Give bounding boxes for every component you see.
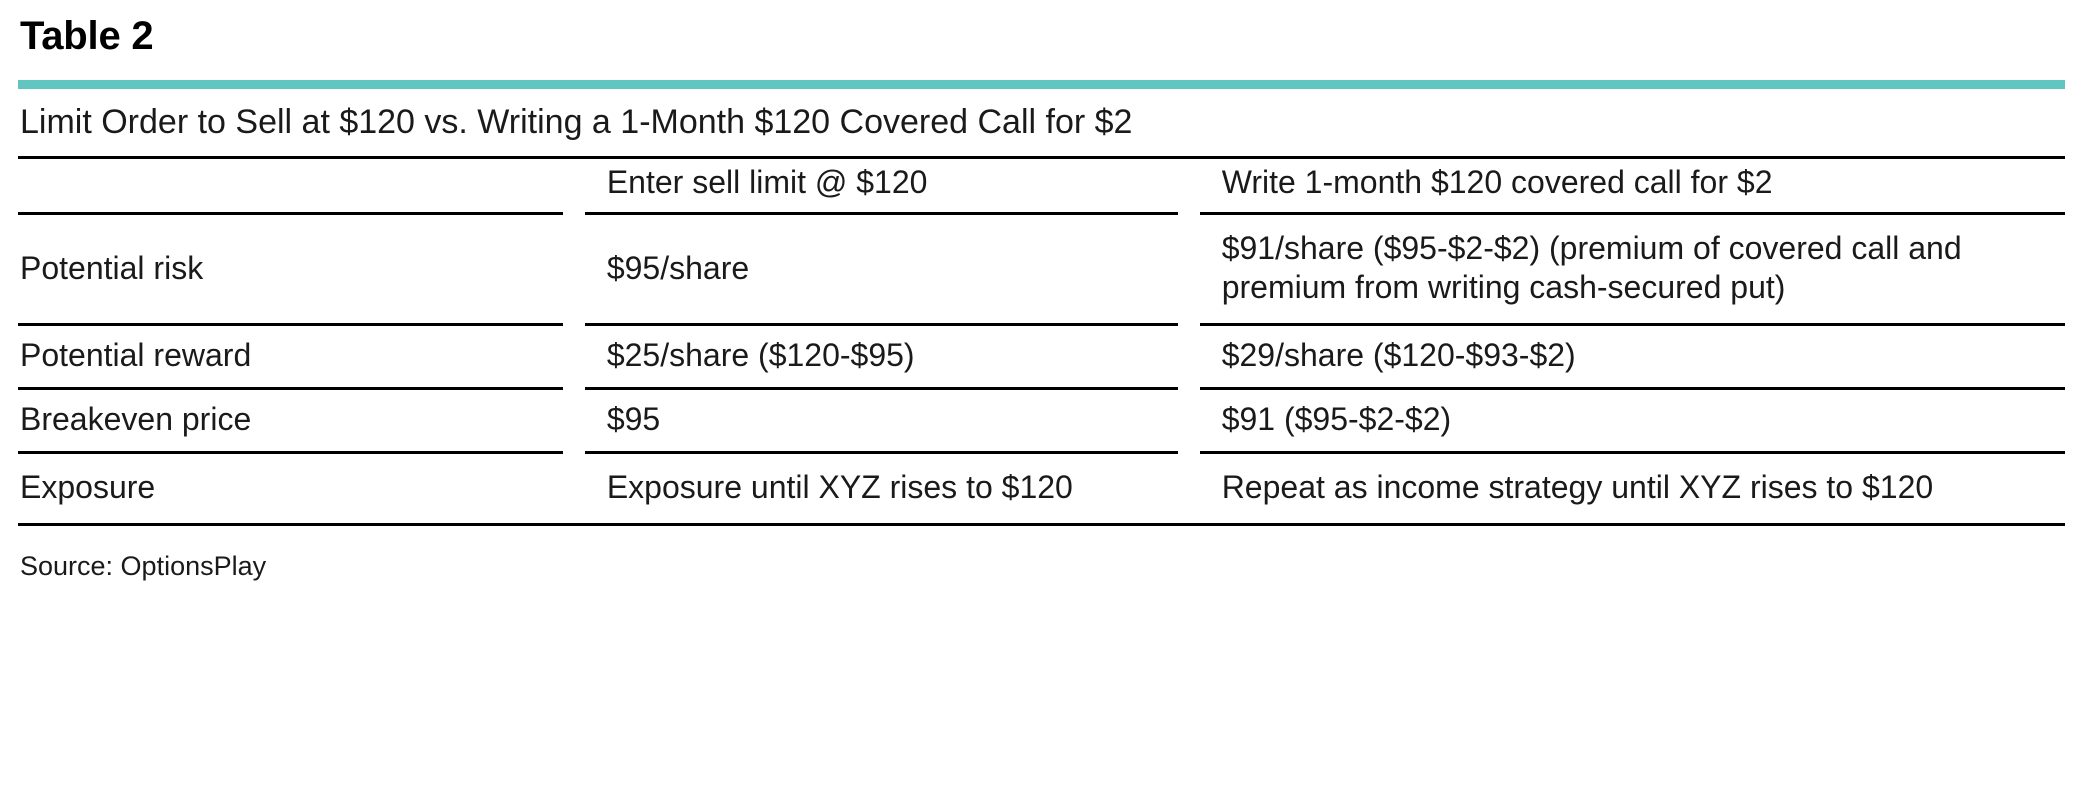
row-label-potential-reward: Potential reward bbox=[18, 323, 563, 387]
cell-exposure-limit-order: Exposure until XYZ rises to $120 bbox=[584, 451, 1178, 523]
table-body: Potential risk $95/share $91/share ($95-… bbox=[18, 212, 2065, 523]
table-bottom-rule bbox=[18, 523, 2065, 527]
column-gap bbox=[1178, 323, 1200, 387]
table-figure: Table 2 Limit Order to Sell at $120 vs. … bbox=[0, 0, 2083, 792]
column-gap bbox=[563, 159, 585, 212]
column-gap bbox=[563, 323, 585, 387]
table-row: Potential risk $95/share $91/share ($95-… bbox=[18, 212, 2065, 323]
accent-divider bbox=[18, 80, 2065, 89]
cell-exposure-covered-call: Repeat as income strategy until XYZ rise… bbox=[1199, 451, 2065, 523]
row-label-potential-risk: Potential risk bbox=[18, 212, 563, 323]
row-label-breakeven-price: Breakeven price bbox=[18, 387, 563, 451]
column-gap bbox=[563, 212, 585, 323]
table-row: Potential reward $25/share ($120-$95) $2… bbox=[18, 323, 2065, 387]
comparison-table: Enter sell limit @ $120 Write 1-month $1… bbox=[18, 159, 2065, 523]
table-head: Enter sell limit @ $120 Write 1-month $1… bbox=[18, 159, 2065, 212]
column-gap bbox=[1178, 387, 1200, 451]
column-header-limit-order: Enter sell limit @ $120 bbox=[606, 164, 928, 201]
column-gap bbox=[1178, 451, 1200, 523]
table-row: Exposure Exposure until XYZ rises to $12… bbox=[18, 451, 2065, 523]
cell-potential-risk-covered-call: $91/share ($95-$2-$2) (premium of covere… bbox=[1199, 212, 2065, 323]
column-gap bbox=[1178, 212, 1200, 323]
column-gap bbox=[1178, 159, 1200, 212]
table-row: Breakeven price $95 $91 ($95-$2-$2) bbox=[18, 387, 2065, 451]
source-note: Source: OptionsPlay bbox=[20, 551, 267, 582]
column-header-covered-call: Write 1-month $120 covered call for $2 bbox=[1221, 164, 1773, 201]
column-gap bbox=[563, 451, 585, 523]
figure-title: Table 2 bbox=[20, 14, 154, 58]
cell-potential-risk-limit-order: $95/share bbox=[584, 212, 1178, 323]
column-header-label bbox=[18, 159, 563, 212]
cell-breakeven-price-covered-call: $91 ($95-$2-$2) bbox=[1199, 387, 2065, 451]
row-label-exposure: Exposure bbox=[18, 451, 563, 523]
figure-subtitle: Limit Order to Sell at $120 vs. Writing … bbox=[20, 103, 1133, 141]
cell-potential-reward-covered-call: $29/share ($120-$93-$2) bbox=[1199, 323, 2065, 387]
column-gap bbox=[563, 387, 585, 451]
cell-potential-reward-limit-order: $25/share ($120-$95) bbox=[584, 323, 1178, 387]
cell-breakeven-price-limit-order: $95 bbox=[584, 387, 1178, 451]
table-header-row: Enter sell limit @ $120 Write 1-month $1… bbox=[18, 159, 2065, 212]
